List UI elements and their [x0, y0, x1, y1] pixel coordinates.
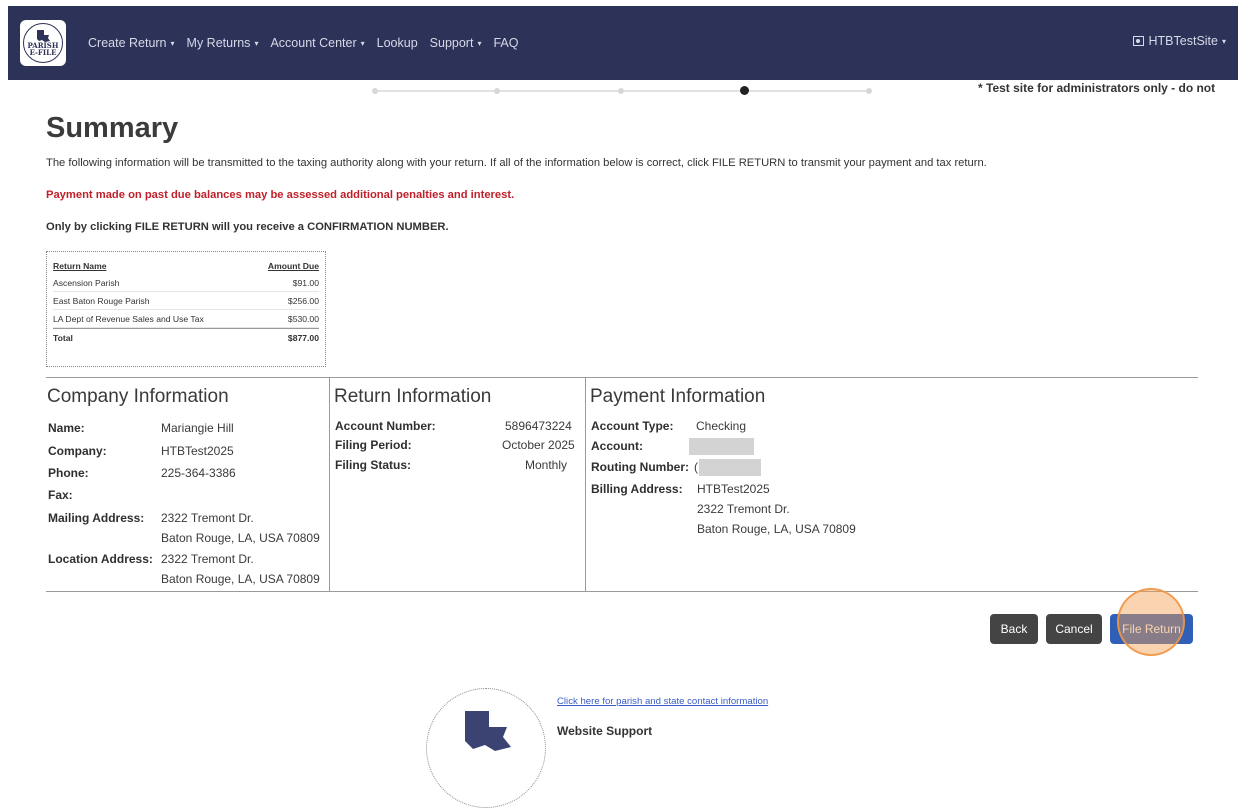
- location-address-line2: Baton Rouge, LA, USA 70809: [161, 572, 320, 586]
- routing-prefix: (: [694, 460, 698, 474]
- test-site-notice: * Test site for administrators only - do…: [978, 81, 1216, 95]
- louisiana-icon: [465, 711, 511, 751]
- info-panels: Company Information Name: Mariangie Hill…: [46, 377, 1198, 592]
- column-divider: [585, 378, 586, 591]
- filing-status-label: Filing Status:: [335, 458, 411, 472]
- nav-lookup-label: Lookup: [376, 36, 418, 50]
- account-number-value: 5896473224: [505, 419, 572, 433]
- phone-label: Phone:: [48, 466, 89, 480]
- row-return-name: Ascension Parish: [53, 277, 120, 288]
- table-row: LA Dept of Revenue Sales and Use Tax $53…: [53, 310, 319, 328]
- file-return-button[interactable]: File Return: [1110, 614, 1193, 644]
- logo-text-efile: E-FILE: [29, 48, 57, 57]
- back-button[interactable]: Back: [990, 614, 1038, 644]
- mailing-address-line2: Baton Rouge, LA, USA 70809: [161, 531, 320, 545]
- user-icon: [1132, 36, 1144, 46]
- footer-logo-seal: [426, 688, 546, 808]
- table-total-row: Total $877.00: [53, 328, 319, 346]
- header-return-name: Return Name: [53, 261, 107, 271]
- caret-down-icon: ▾: [360, 38, 365, 48]
- row-amount: $91.00: [292, 277, 319, 288]
- progress-stepper: [372, 86, 872, 95]
- caret-down-icon: ▾: [170, 38, 175, 48]
- caret-down-icon: ▾: [477, 38, 482, 48]
- company-label: Company:: [48, 444, 107, 458]
- nav-account-center[interactable]: Account Center ▾: [270, 36, 364, 50]
- header-amount-due: Amount Due: [267, 261, 319, 271]
- billing-address-line1: HTBTest2025: [697, 482, 770, 496]
- account-number-label: Account Number:: [335, 419, 436, 433]
- table-header: Return Name Amount Due: [53, 258, 319, 274]
- account-type-value: Checking: [696, 419, 747, 433]
- company-info-title: Company Information: [47, 386, 229, 407]
- row-amount: $530.00: [287, 313, 319, 324]
- payment-info-title: Payment Information: [590, 386, 766, 407]
- return-info-title: Return Information: [334, 386, 492, 407]
- nav-lookup[interactable]: Lookup: [377, 36, 418, 50]
- step-dot-2: [494, 88, 500, 94]
- nav-account-center-label: Account Center: [270, 36, 357, 50]
- nav-support[interactable]: Support ▾: [430, 36, 482, 50]
- payment-account-label: Account:: [591, 439, 643, 453]
- row-amount: $256.00: [287, 295, 319, 306]
- row-return-name: LA Dept of Revenue Sales and Use Tax: [53, 313, 204, 324]
- step-dot-1: [372, 88, 378, 94]
- window-frame-left: [0, 0, 8, 738]
- row-return-name: East Baton Rouge Parish: [53, 295, 150, 306]
- nav-faq[interactable]: FAQ: [493, 36, 518, 50]
- billing-address-line2: 2322 Tremont Dr.: [697, 502, 790, 516]
- penalty-warning: Payment made on past due balances may be…: [46, 189, 515, 201]
- step-dot-4-current: [740, 86, 749, 95]
- filing-period-value: October 2025: [502, 438, 575, 452]
- nav-support-label: Support: [429, 36, 474, 50]
- total-amount: $877.00: [287, 332, 319, 343]
- mailing-address-label: Mailing Address:: [48, 511, 145, 525]
- company-name-value: Mariangie Hill: [161, 421, 234, 435]
- nav-create-return[interactable]: Create Return ▾: [88, 36, 175, 50]
- mailing-address-line1: 2322 Tremont Dr.: [161, 511, 254, 525]
- page-title: Summary: [46, 112, 179, 144]
- cancel-button[interactable]: Cancel: [1046, 614, 1102, 644]
- nav-my-returns-label: My Returns: [186, 36, 251, 50]
- user-menu[interactable]: HTBTestSite ▾: [1132, 34, 1226, 48]
- company-name-label: Name:: [48, 421, 85, 435]
- nav-my-returns[interactable]: My Returns ▾: [187, 36, 259, 50]
- routing-number-label: Routing Number:: [591, 460, 689, 474]
- website-support-heading: Website Support: [557, 724, 653, 738]
- parish-efile-logo[interactable]: PARISH E-FILE: [20, 20, 66, 66]
- step-dot-5: [866, 88, 872, 94]
- step-dot-3: [618, 88, 624, 94]
- location-address-line1: 2322 Tremont Dr.: [161, 552, 254, 566]
- contact-info-link[interactable]: Click here for parish and state contact …: [557, 696, 768, 707]
- confirmation-note: Only by clicking FILE RETURN will you re…: [46, 221, 449, 233]
- nav-faq-label: FAQ: [493, 36, 519, 50]
- company-value: HTBTest2025: [161, 444, 234, 458]
- filing-period-label: Filing Period:: [335, 438, 412, 452]
- billing-address-label: Billing Address:: [591, 482, 683, 496]
- column-divider: [329, 378, 330, 591]
- location-address-label: Location Address:: [48, 552, 153, 566]
- billing-address-line3: Baton Rouge, LA, USA 70809: [697, 522, 856, 536]
- redacted-account-number: [689, 438, 754, 455]
- caret-down-icon: ▾: [254, 38, 259, 48]
- fax-label: Fax:: [48, 488, 73, 502]
- account-type-label: Account Type:: [591, 419, 674, 433]
- nav-create-return-label: Create Return: [88, 36, 167, 50]
- table-row: East Baton Rouge Parish $256.00: [53, 292, 319, 310]
- table-row: Ascension Parish $91.00: [53, 274, 319, 292]
- user-name: HTBTestSite: [1148, 34, 1218, 48]
- phone-value: 225-364-3386: [161, 466, 236, 480]
- main-menu: Create Return ▾ My Returns ▾ Account Cente…: [88, 36, 530, 50]
- logo-seal: PARISH E-FILE: [23, 23, 63, 63]
- intro-text: The following information will be transm…: [46, 157, 987, 169]
- filing-status-value: Monthly: [525, 458, 568, 472]
- amount-due-table: Return Name Amount Due Ascension Parish …: [46, 251, 326, 367]
- caret-down-icon: ▾: [1221, 36, 1226, 46]
- redacted-routing-number: [699, 459, 761, 476]
- total-label: Total: [53, 332, 73, 343]
- top-navbar: PARISH E-FILE Create Return ▾ My Returns ▾…: [8, 6, 1238, 80]
